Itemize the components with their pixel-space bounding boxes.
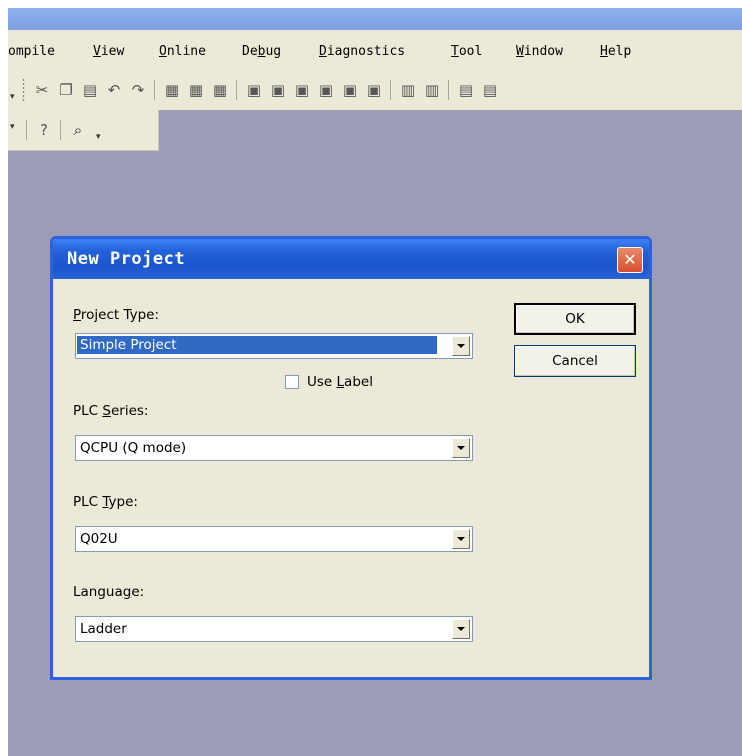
- toolbar-separator: [236, 80, 237, 100]
- read-from-plc-icon[interactable]: ▣: [268, 80, 288, 100]
- close-button[interactable]: ✕: [617, 247, 643, 273]
- new-project-dialog: New Project ✕ Project Type: Simple Proje…: [50, 236, 652, 680]
- menu-compile[interactable]: ompile: [8, 44, 55, 59]
- program-check-icon[interactable]: ▤: [456, 80, 476, 100]
- menu-window[interactable]: Window: [516, 44, 563, 59]
- toolbar-separator: [60, 120, 61, 140]
- binoculars-search-icon[interactable]: ⌕: [68, 120, 88, 140]
- use-label-text: Use Label: [307, 374, 373, 390]
- language-select[interactable]: Ladder: [75, 616, 473, 642]
- paste-icon[interactable]: ▤: [80, 80, 100, 100]
- chevron-down-icon[interactable]: [452, 529, 470, 549]
- ok-button[interactable]: OK: [514, 303, 636, 335]
- menu-debug[interactable]: Debug: [242, 44, 281, 59]
- monitor-all-icon[interactable]: ▣: [316, 80, 336, 100]
- plc-series-select[interactable]: QCPU (Q mode): [75, 435, 473, 461]
- toolbar-separator: [154, 80, 155, 100]
- toolbar-separator: [448, 80, 449, 100]
- toolbar-overflow-chevron[interactable]: ▾: [10, 92, 15, 102]
- use-label-checkbox[interactable]: [285, 375, 299, 389]
- dialog-titlebar[interactable]: New Project ✕: [53, 239, 649, 279]
- device-memory-icon[interactable]: ▦: [186, 80, 206, 100]
- menu-help[interactable]: Help: [600, 44, 631, 59]
- search-toolbar: ▾ ? ⌕ ▾: [8, 110, 159, 151]
- menu-diagnostics[interactable]: Diagnostics: [319, 44, 405, 59]
- window-titlebar: [8, 8, 742, 30]
- project-type-value: Simple Project: [77, 336, 437, 354]
- menu-online[interactable]: Online: [159, 44, 206, 59]
- device-batch-icon[interactable]: ▥: [422, 80, 442, 100]
- toolbar-separator: [390, 80, 391, 100]
- menu-tool[interactable]: Tool: [451, 44, 482, 59]
- plc-series-label: PLC Series:: [73, 403, 149, 419]
- device-hex-icon[interactable]: ▦: [210, 80, 230, 100]
- watch-all-icon[interactable]: ▣: [364, 80, 384, 100]
- cut-icon[interactable]: ✂: [32, 80, 52, 100]
- parameter-icon[interactable]: ▤: [480, 80, 500, 100]
- write-to-plc-icon[interactable]: ▣: [244, 80, 264, 100]
- plc-type-select[interactable]: Q02U: [75, 526, 473, 552]
- project-type-label: Project Type:: [73, 307, 160, 323]
- menu-bar: ompile View Online Debug Diagnostics Too…: [8, 30, 742, 71]
- watch-icon[interactable]: ▣: [340, 80, 360, 100]
- language-value: Ladder: [80, 621, 127, 637]
- cancel-button[interactable]: Cancel: [514, 345, 636, 377]
- toolbar-overflow-chevron[interactable]: ▾: [10, 122, 15, 132]
- main-toolbar: ▾ ✂ ❐ ▤ ↶ ↷ ▦ ▦ ▦ ▣ ▣ ▣ ▣ ▣ ▣ ▥ ▥ ▤ ▤: [8, 70, 742, 110]
- language-label: Language:: [73, 584, 145, 600]
- dialog-title: New Project: [67, 249, 186, 269]
- device-test-icon[interactable]: ▥: [398, 80, 418, 100]
- plc-type-value: Q02U: [80, 531, 118, 547]
- undo-icon[interactable]: ↶: [104, 80, 124, 100]
- application-window: ompile View Online Debug Diagnostics Too…: [8, 8, 742, 756]
- close-icon: ✕: [623, 250, 637, 269]
- toolbar-separator: [26, 120, 27, 140]
- project-type-select[interactable]: Simple Project: [75, 333, 473, 359]
- chevron-down-icon[interactable]: [452, 438, 470, 458]
- toolbar-grip[interactable]: [22, 78, 25, 102]
- chevron-down-icon[interactable]: [452, 619, 470, 639]
- redo-icon[interactable]: ↷: [128, 80, 148, 100]
- toolbar-overflow-chevron[interactable]: ▾: [96, 132, 101, 142]
- device-comment-icon[interactable]: ▦: [162, 80, 182, 100]
- copy-icon[interactable]: ❐: [56, 80, 76, 100]
- plc-series-value: QCPU (Q mode): [80, 440, 187, 456]
- plc-type-label: PLC Type:: [73, 494, 138, 510]
- help-icon[interactable]: ?: [34, 120, 54, 140]
- chevron-down-icon[interactable]: [452, 336, 470, 356]
- menu-view[interactable]: View: [93, 44, 124, 59]
- monitor-icon[interactable]: ▣: [292, 80, 312, 100]
